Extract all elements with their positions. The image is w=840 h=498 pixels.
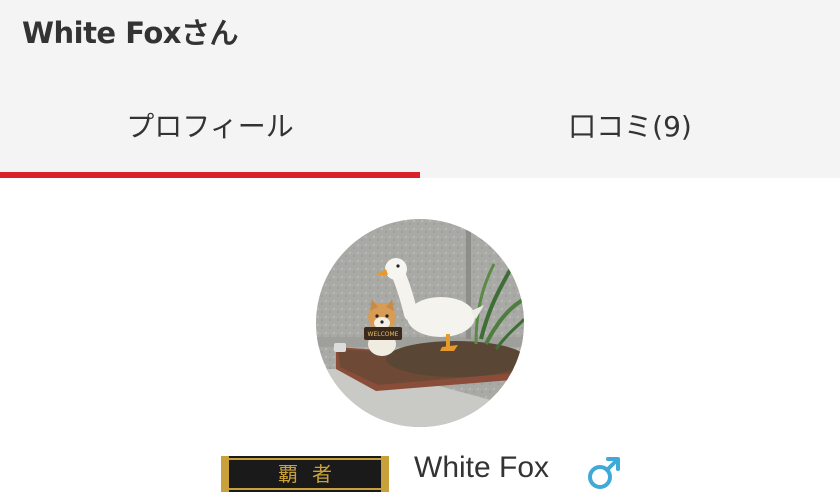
male-gender-icon [586,452,622,492]
header-bar: White Foxさん プロフィール 口コミ(9) [0,0,840,178]
tab-reviews[interactable]: 口コミ(9) [420,80,840,176]
tab-reviews-label: 口コミ(9) [568,110,692,143]
page-title: White Foxさん [22,16,238,50]
tab-profile[interactable]: プロフィール [0,80,420,176]
avatar-image: WELCOME [316,219,524,427]
avatar-sign-text: WELCOME [368,331,399,338]
rank-badge: 覇者 [221,456,389,492]
rank-badge-label: 覇者 [278,462,346,486]
tab-profile-label: プロフィール [126,110,294,143]
avatar[interactable]: WELCOME [316,219,524,427]
active-tab-indicator [0,172,420,178]
username: White Fox [414,451,550,484]
